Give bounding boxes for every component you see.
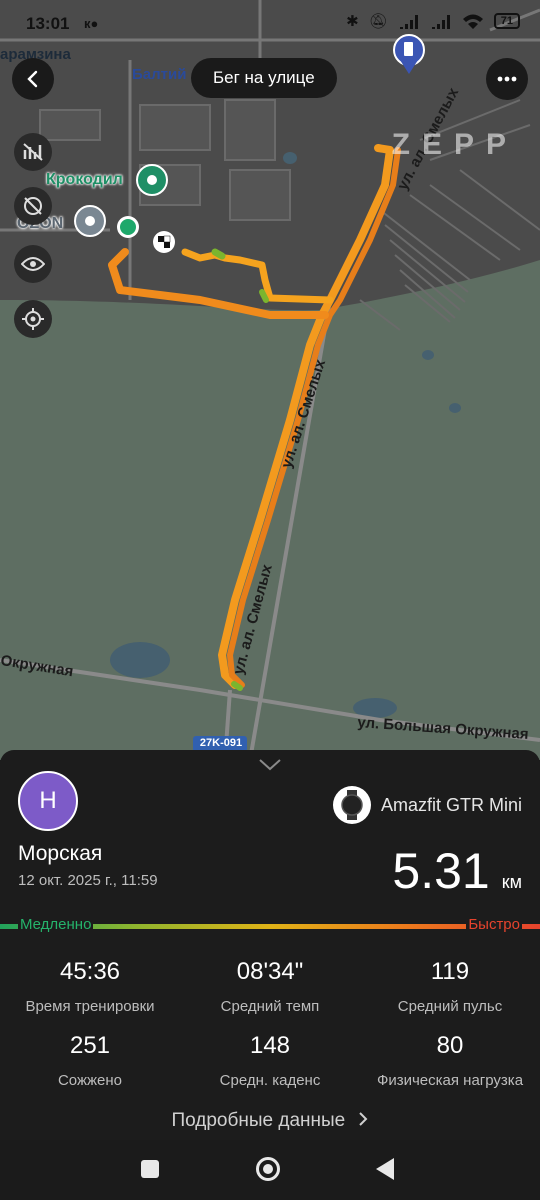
home-button[interactable] — [256, 1157, 280, 1181]
stat-value: 08'34" — [236, 958, 304, 985]
workout-type-title: Бег на улице — [191, 58, 337, 98]
chevron-down-icon[interactable] — [258, 758, 282, 772]
stat-value: 80 — [436, 1032, 464, 1059]
distance-unit: км — [501, 872, 522, 892]
stat-value: 251 — [69, 1032, 111, 1059]
stat-value: 148 — [249, 1032, 291, 1059]
device-info: Amazfit GTR Mini — [332, 786, 522, 824]
stat-avg-heart-rate: 119 Средний пульс — [360, 958, 540, 1015]
stat-label: Время тренировки — [25, 998, 155, 1015]
heatmap-toggle-button[interactable] — [14, 133, 52, 171]
more-dots-icon — [497, 76, 517, 82]
details-link[interactable]: Подробные данные — [0, 1110, 540, 1132]
road-badge: 27K-091 — [199, 737, 243, 749]
device-name: Amazfit GTR Mini — [380, 794, 522, 815]
stat-cadence: 148 Средн. каденс — [180, 1032, 360, 1089]
stat-value: 45:36 — [59, 958, 121, 985]
details-link-label: Подробные данные — [171, 1110, 346, 1131]
signal-icon-1 — [399, 15, 418, 29]
stat-duration: 45:36 Время тренировки — [0, 958, 180, 1015]
wifi-icon — [462, 14, 483, 29]
map-off-icon — [24, 197, 42, 215]
status-bar: 13:01 к● ✱ 🔕︎ 71 — [0, 0, 540, 50]
carrier-badge: к● — [84, 16, 99, 31]
recents-button[interactable] — [141, 1160, 159, 1178]
signal-icon-2 — [431, 15, 450, 29]
chart-off-icon — [23, 143, 43, 161]
battery-icon: 71 — [493, 13, 520, 29]
workout-location: Морская — [18, 842, 103, 865]
stat-label: Сожжено — [57, 1072, 123, 1089]
poi-label-krokodil[interactable]: Крокодил — [46, 171, 123, 189]
status-time: 13:01 — [26, 14, 70, 33]
recenter-button[interactable] — [14, 300, 52, 338]
stat-avg-pace: 08'34" Средний темп — [180, 958, 360, 1015]
stat-training-load: 80 Физическая нагрузка — [360, 1032, 540, 1089]
distance-value: 5.31 — [392, 843, 490, 899]
workout-summary-panel: Н Amazfit GTR Mini Морская 12 окт. 2025 … — [0, 750, 540, 1140]
more-options-button[interactable] — [486, 58, 528, 100]
pace-slow-label: Медленно — [18, 916, 94, 933]
system-nav-bar — [0, 1140, 540, 1200]
back-button[interactable] — [12, 58, 54, 100]
route-map[interactable]: арамзина Балтий Крокодил OZON ул. ал. См… — [0, 0, 540, 760]
place-label-baltic: Балтий — [132, 66, 187, 83]
stat-label: Средн. каденс — [219, 1072, 321, 1089]
stat-value: 119 — [430, 958, 470, 985]
map-layer-toggle-button[interactable] — [14, 187, 52, 225]
stat-label: Физическая нагрузка — [376, 1072, 524, 1089]
locate-icon — [22, 308, 44, 330]
distance-readout: 5.31 км — [392, 842, 522, 900]
avatar[interactable]: Н — [18, 771, 78, 831]
visibility-button[interactable] — [14, 245, 52, 283]
pace-fast-label: Быстро — [466, 916, 522, 933]
map-canvas — [0, 0, 540, 760]
eye-icon — [21, 257, 45, 271]
stat-calories: 251 Сожжено — [0, 1032, 180, 1089]
stat-label: Средний пульс — [397, 998, 503, 1015]
watch-icon — [332, 786, 371, 824]
mute-icon: 🔕︎ — [368, 13, 388, 30]
chevron-right-icon — [358, 1112, 367, 1126]
chevron-left-icon — [27, 70, 38, 88]
workout-date: 12 окт. 2025 г., 11:59 — [18, 872, 158, 889]
stat-label: Средний темп — [220, 998, 320, 1015]
system-back-button[interactable] — [376, 1158, 394, 1180]
bluetooth-icon: ✱ — [346, 13, 359, 30]
zepp-watermark: ZEPP — [391, 128, 518, 161]
